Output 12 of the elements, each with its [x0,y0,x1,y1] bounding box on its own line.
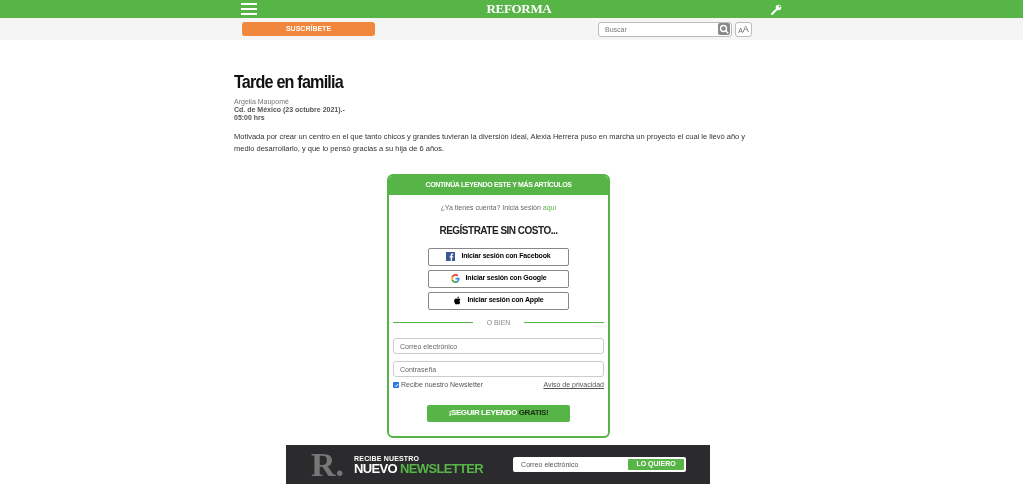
menu-icon[interactable] [241,3,257,15]
banner-logo: R. [311,447,345,482]
banner-title: NUEVO NEWSLETTER [354,461,484,475]
google-icon [450,274,460,283]
facebook-icon [446,252,456,261]
register-title: REGÍSTRATE SIN COSTO... [439,223,558,238]
wrench-icon[interactable] [771,3,782,15]
apple-icon [453,296,462,305]
continue-reading-button[interactable]: ¡SEGUIR LEYENDO GRATIS! [427,404,570,422]
search-icon[interactable] [718,23,730,35]
newsletter-checkbox[interactable] [393,382,399,389]
article-title: Tarde en familia [234,70,345,94]
